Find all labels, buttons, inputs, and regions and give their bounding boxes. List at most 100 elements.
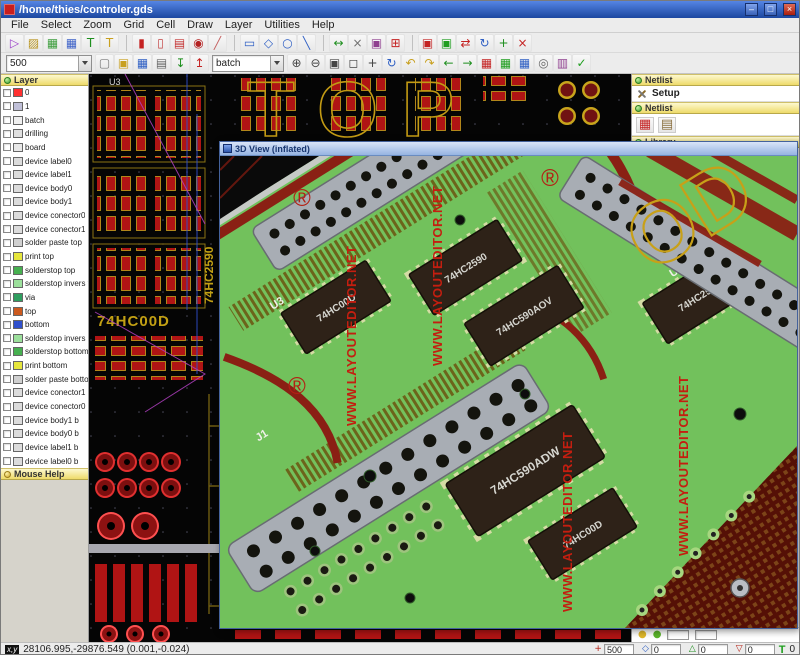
layer-color-swatch[interactable]: [13, 143, 23, 152]
layer-item[interactable]: device conector0 b: [1, 400, 88, 414]
layer-visibility-checkbox[interactable]: [3, 171, 11, 179]
redo-icon[interactable]: ↷: [420, 54, 439, 72]
grid-size-combo[interactable]: 500: [6, 55, 92, 72]
board-blue-icon[interactable]: ▦: [515, 54, 534, 72]
title-bar[interactable]: /home/thies/controler.gds – □ ×: [1, 1, 799, 18]
layer-visibility-checkbox[interactable]: [3, 239, 11, 247]
layer-item[interactable]: device conector1: [1, 222, 88, 236]
layer-color-swatch[interactable]: [13, 157, 23, 166]
via-tool-icon[interactable]: ◉: [189, 34, 208, 52]
layer-color-swatch[interactable]: [13, 225, 23, 234]
polygon-tool-icon[interactable]: ◇: [259, 34, 278, 52]
chevron-down-icon[interactable]: [78, 56, 91, 71]
menu-grid[interactable]: Grid: [117, 18, 150, 33]
layer-color-swatch[interactable]: [13, 402, 23, 411]
maximize-button[interactable]: □: [764, 3, 777, 16]
layer-visibility-checkbox[interactable]: [3, 307, 11, 315]
cell-green-icon[interactable]: ▣: [437, 34, 456, 52]
minimize-button[interactable]: –: [745, 3, 758, 16]
mini-field-1[interactable]: [667, 630, 689, 640]
redraw-icon[interactable]: ↻: [382, 54, 401, 72]
status-field-value[interactable]: 0: [651, 644, 681, 655]
layer-item[interactable]: board: [1, 141, 88, 155]
layer-color-swatch[interactable]: [13, 238, 23, 247]
menu-cell[interactable]: Cell: [150, 18, 181, 33]
layer-color-swatch[interactable]: [13, 388, 23, 397]
layer-color-swatch[interactable]: [13, 266, 23, 275]
layer-item[interactable]: drilling: [1, 127, 88, 141]
netlist-open-icon[interactable]: ▤: [658, 117, 676, 133]
select-tool-icon[interactable]: ▷: [5, 34, 24, 52]
view-3d-icon[interactable]: ▥: [553, 54, 572, 72]
layer-item[interactable]: device label0 b: [1, 454, 88, 468]
layer-visibility-checkbox[interactable]: [3, 389, 11, 397]
view-3d-titlebar[interactable]: 3D View (inflated): [220, 142, 797, 156]
layer-color-swatch[interactable]: [13, 102, 23, 111]
grid-dots-icon[interactable]: ▦: [43, 34, 62, 52]
layer-visibility-checkbox[interactable]: [3, 430, 11, 438]
menu-zoom[interactable]: Zoom: [77, 18, 117, 33]
layer-item[interactable]: solderstop invers bottom: [1, 332, 88, 346]
layer-item[interactable]: via: [1, 291, 88, 305]
layer-item[interactable]: top: [1, 304, 88, 318]
netlist-subheader[interactable]: Netlist: [632, 102, 800, 114]
batch-combo[interactable]: batch: [212, 55, 284, 72]
layer-item[interactable]: device body1 b: [1, 413, 88, 427]
layer-panel-header[interactable]: Layer: [1, 74, 88, 86]
layer-color-swatch[interactable]: [13, 347, 23, 356]
layer-item[interactable]: 1: [1, 100, 88, 114]
layer-color-swatch[interactable]: [13, 293, 23, 302]
layer-item[interactable]: print bottom: [1, 359, 88, 373]
next-view-icon[interactable]: →: [458, 54, 477, 72]
layer-color-swatch[interactable]: [13, 116, 23, 125]
move-icon[interactable]: +: [494, 34, 513, 52]
status-field-value[interactable]: 500: [604, 644, 634, 655]
layer-color-swatch[interactable]: [13, 457, 23, 466]
zoom-out-icon[interactable]: ⊖: [306, 54, 325, 72]
layer-color-swatch[interactable]: [13, 129, 23, 138]
merge-tool-icon[interactable]: ▣: [367, 34, 386, 52]
layer-visibility-checkbox[interactable]: [3, 443, 11, 451]
grid-lines-icon[interactable]: ▦: [62, 34, 81, 52]
layer-color-swatch[interactable]: [13, 279, 23, 288]
pcb-3d-render[interactable]: 74HC00D 74HC2590 74HC590AOV 74HC2590: [220, 156, 797, 628]
layer-color-swatch[interactable]: [13, 443, 23, 452]
layer-item[interactable]: batch: [1, 113, 88, 127]
snap-ball-green-icon[interactable]: ●: [653, 630, 662, 640]
import-icon[interactable]: ↧: [171, 54, 190, 72]
layer-item[interactable]: device body0: [1, 181, 88, 195]
footprint-icon[interactable]: ▤: [170, 34, 189, 52]
new-file-icon[interactable]: ▢: [95, 54, 114, 72]
layer-color-swatch[interactable]: [13, 361, 23, 370]
chevron-down-icon[interactable]: [270, 56, 283, 71]
array-tool-icon[interactable]: ⊞: [386, 34, 405, 52]
board-red-icon[interactable]: ▦: [477, 54, 496, 72]
layer-item[interactable]: device body0 b: [1, 427, 88, 441]
layer-visibility-checkbox[interactable]: [3, 375, 11, 383]
mini-field-2[interactable]: [695, 630, 717, 640]
layer-visibility-checkbox[interactable]: [3, 116, 11, 124]
undo-icon[interactable]: ↶: [401, 54, 420, 72]
layer-item[interactable]: device conector1 b: [1, 386, 88, 400]
board-green-icon[interactable]: ▦: [496, 54, 515, 72]
layer-visibility-checkbox[interactable]: [3, 416, 11, 424]
save-file-icon[interactable]: ▦: [133, 54, 152, 72]
layer-visibility-checkbox[interactable]: [3, 89, 11, 97]
netlist-new-icon[interactable]: ▦: [636, 117, 654, 133]
layer-visibility-checkbox[interactable]: [3, 293, 11, 301]
layer-visibility-checkbox[interactable]: [3, 184, 11, 192]
layer-visibility-checkbox[interactable]: [3, 457, 11, 465]
layer-color-swatch[interactable]: [13, 211, 23, 220]
layer-item[interactable]: device label1: [1, 168, 88, 182]
pad-pair-icon[interactable]: ▯: [151, 34, 170, 52]
layer-item[interactable]: solder paste top: [1, 236, 88, 250]
view-3d-window[interactable]: 3D View (inflated): [219, 141, 798, 629]
layer-color-swatch[interactable]: [13, 307, 23, 316]
smd-pad-icon[interactable]: ▮: [132, 34, 151, 52]
layer-item[interactable]: bottom: [1, 318, 88, 332]
ruler-icon[interactable]: ▨: [24, 34, 43, 52]
export-icon[interactable]: ↥: [190, 54, 209, 72]
status-field-value[interactable]: 0: [698, 644, 728, 655]
layer-item[interactable]: solder paste bottom: [1, 372, 88, 386]
layer-color-swatch[interactable]: [13, 375, 23, 384]
